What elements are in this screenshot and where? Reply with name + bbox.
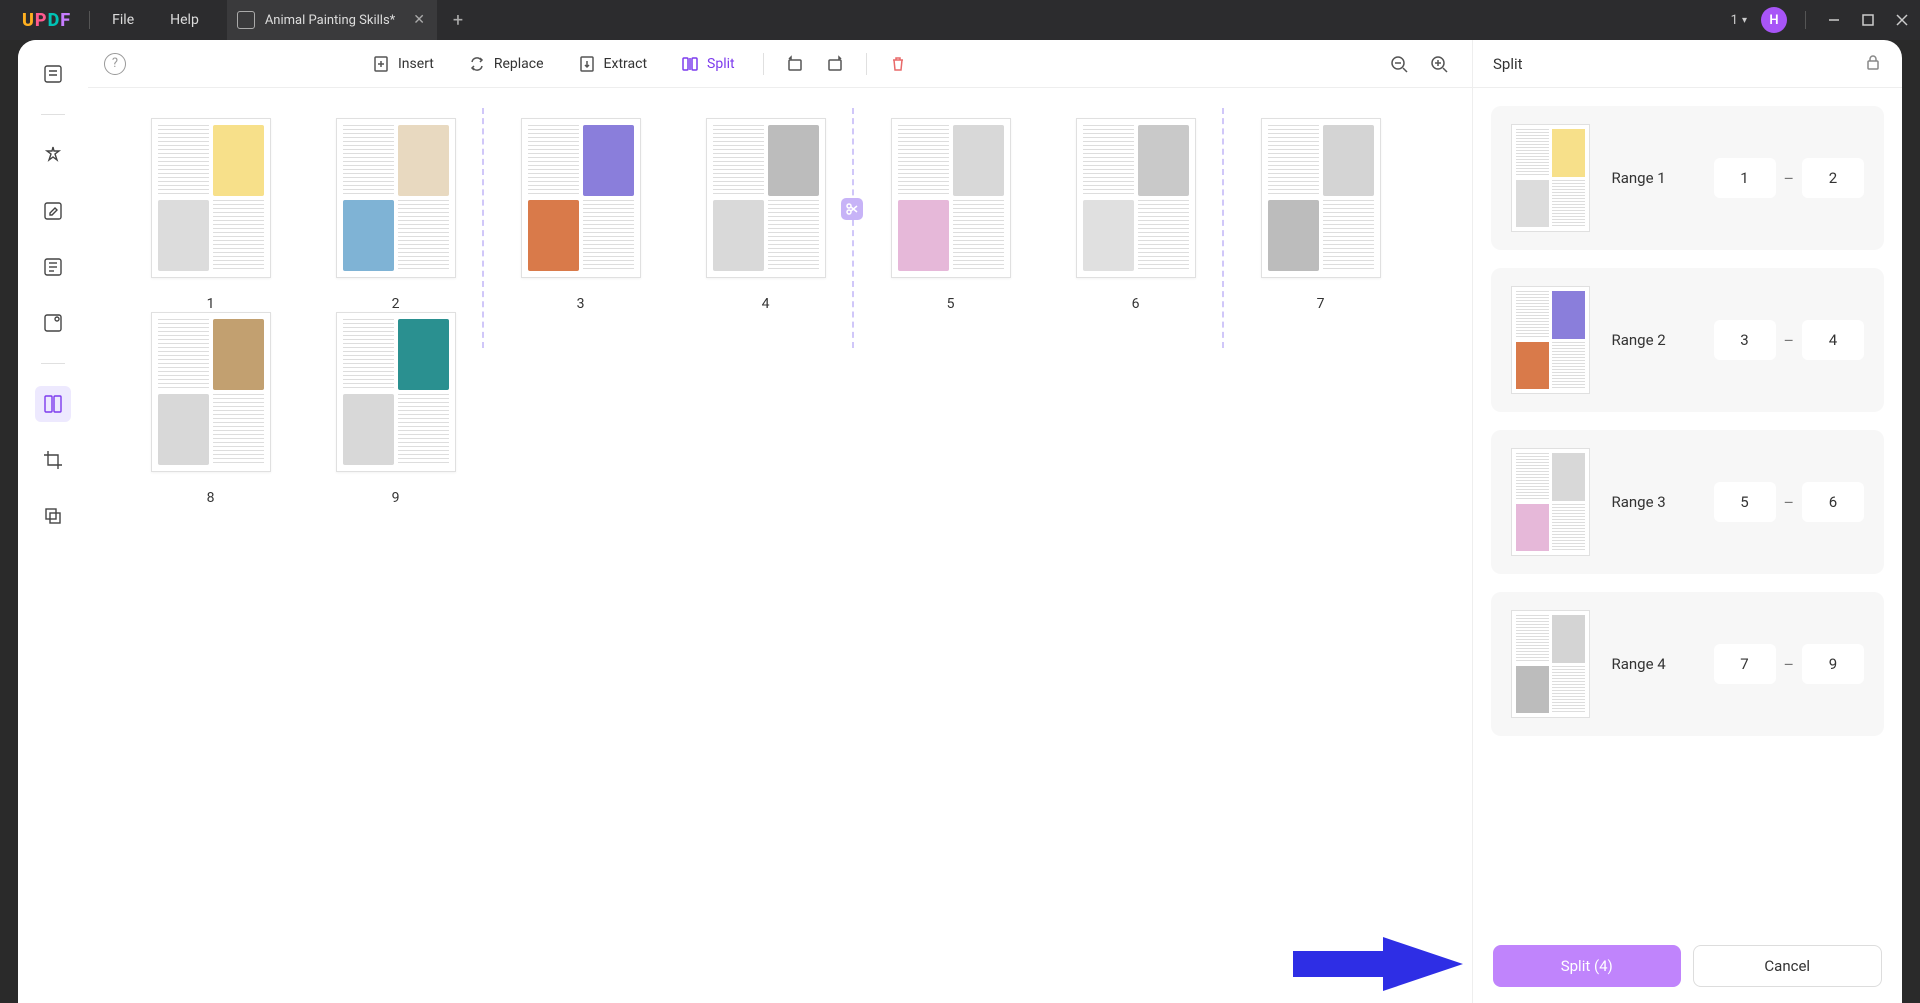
- thumbnail-grid: 1 2 3 4 5 6 7 8 9: [88, 88, 1472, 1003]
- range-thumbnail: [1511, 448, 1590, 556]
- page-thumbnail[interactable]: 4: [673, 118, 858, 312]
- range-label: Range 4: [1612, 655, 1692, 673]
- page-number: 5: [947, 296, 955, 312]
- range-label: Range 1: [1612, 169, 1692, 187]
- app-logo: UPDF: [22, 10, 71, 31]
- range-list: Range 1– Range 2– Range 3– Range 4–: [1473, 88, 1902, 929]
- split-confirm-button[interactable]: Split (4): [1493, 945, 1681, 987]
- close-tab-icon[interactable]: ✕: [413, 12, 425, 28]
- split-divider[interactable]: [852, 108, 854, 348]
- titlebar: UPDF File Help Animal Painting Skills* ✕…: [0, 0, 1920, 40]
- range-thumbnail: [1511, 124, 1590, 232]
- range-label: Range 2: [1612, 331, 1692, 349]
- rail-form-icon[interactable]: [35, 249, 71, 285]
- page-dropdown[interactable]: 1▾: [1731, 13, 1747, 28]
- menu-help[interactable]: Help: [152, 12, 217, 28]
- document-icon: [237, 11, 255, 29]
- range-card: Range 1–: [1491, 106, 1884, 250]
- split-panel: Split Range 1– Range 2– Range 3– Range 4– S…: [1472, 40, 1902, 1003]
- page-number: 8: [207, 490, 215, 506]
- scissor-icon[interactable]: [841, 198, 863, 220]
- rail-comment-icon[interactable]: [35, 137, 71, 173]
- page-thumbnail[interactable]: 6: [1043, 118, 1228, 312]
- rail-reader-icon[interactable]: [35, 56, 71, 92]
- range-card: Range 2–: [1491, 268, 1884, 412]
- tab-title: Animal Painting Skills*: [265, 13, 395, 28]
- rail-protect-icon[interactable]: [35, 305, 71, 341]
- range-thumbnail: [1511, 610, 1590, 718]
- lock-icon[interactable]: [1864, 53, 1882, 75]
- rail-organize-icon[interactable]: [35, 386, 71, 422]
- range-card: Range 4–: [1491, 592, 1884, 736]
- split-divider[interactable]: [1222, 108, 1224, 348]
- cancel-button[interactable]: Cancel: [1693, 945, 1883, 987]
- maximize-button[interactable]: [1858, 10, 1878, 30]
- page-thumbnail[interactable]: 7: [1228, 118, 1413, 312]
- rotate-right-button[interactable]: [818, 47, 852, 81]
- split-button[interactable]: Split: [667, 49, 749, 79]
- page-number: 6: [1132, 296, 1140, 312]
- page-thumbnail[interactable]: 5: [858, 118, 1043, 312]
- page-thumbnail[interactable]: 9: [303, 312, 488, 506]
- page-number: 2: [392, 296, 400, 312]
- add-tab-button[interactable]: +: [443, 10, 473, 31]
- annotation-arrow: [1293, 937, 1463, 995]
- page-number: 7: [1317, 296, 1325, 312]
- range-label: Range 3: [1612, 493, 1692, 511]
- help-icon[interactable]: ?: [104, 53, 126, 75]
- workspace: ? Insert Replace Extract Split 1 2 3 4 5 6 7 8 9…: [18, 40, 1902, 1003]
- user-avatar[interactable]: H: [1761, 7, 1787, 33]
- range-to-input[interactable]: [1802, 644, 1864, 684]
- separator: [1805, 11, 1806, 29]
- page-number: 1: [207, 296, 215, 312]
- page-thumbnail[interactable]: 3: [488, 118, 673, 312]
- range-to-input[interactable]: [1802, 320, 1864, 360]
- zoom-out-button[interactable]: [1382, 47, 1416, 81]
- panel-title: Split: [1493, 55, 1523, 73]
- page-number: 3: [577, 296, 585, 312]
- page-number: 4: [762, 296, 770, 312]
- close-window-button[interactable]: [1892, 10, 1912, 30]
- insert-button[interactable]: Insert: [358, 49, 448, 79]
- split-divider[interactable]: [482, 108, 484, 348]
- range-from-input[interactable]: [1714, 482, 1776, 522]
- menu-file[interactable]: File: [94, 12, 152, 28]
- delete-button[interactable]: [881, 47, 915, 81]
- range-from-input[interactable]: [1714, 644, 1776, 684]
- zoom-in-button[interactable]: [1422, 47, 1456, 81]
- range-to-input[interactable]: [1802, 158, 1864, 198]
- separator: [89, 11, 90, 29]
- organize-toolbar: ? Insert Replace Extract Split: [88, 40, 1472, 88]
- range-from-input[interactable]: [1714, 158, 1776, 198]
- rail-crop-icon[interactable]: [35, 442, 71, 478]
- range-to-input[interactable]: [1802, 482, 1864, 522]
- center-column: ? Insert Replace Extract Split 1 2 3 4 5 6 7 8 9: [88, 40, 1472, 1003]
- range-thumbnail: [1511, 286, 1590, 394]
- range-from-input[interactable]: [1714, 320, 1776, 360]
- replace-button[interactable]: Replace: [454, 49, 558, 79]
- minimize-button[interactable]: [1824, 10, 1844, 30]
- extract-button[interactable]: Extract: [564, 49, 661, 79]
- rotate-left-button[interactable]: [778, 47, 812, 81]
- panel-footer: Split (4) Cancel: [1473, 929, 1902, 1003]
- page-thumbnail[interactable]: 8: [118, 312, 303, 506]
- page-thumbnail[interactable]: 1: [118, 118, 303, 312]
- page-thumbnail[interactable]: 2: [303, 118, 488, 312]
- panel-header: Split: [1473, 40, 1902, 88]
- range-card: Range 3–: [1491, 430, 1884, 574]
- rail-edit-icon[interactable]: [35, 193, 71, 229]
- page-number: 9: [392, 490, 400, 506]
- document-tab[interactable]: Animal Painting Skills* ✕: [227, 0, 437, 40]
- left-rail: [18, 40, 88, 1003]
- rail-tool-icon[interactable]: [35, 498, 71, 534]
